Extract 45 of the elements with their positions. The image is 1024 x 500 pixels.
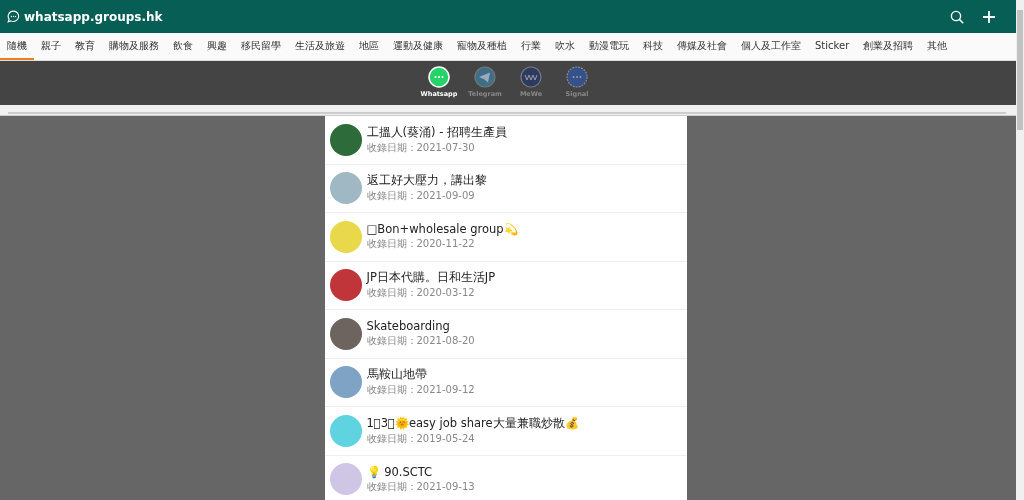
category-tab[interactable]: 飲食 — [166, 33, 200, 60]
added-date: 收錄日期：2021-07-30 — [366, 140, 476, 155]
group-title-link[interactable]: JP日本代購。日和生活JP — [366, 270, 496, 286]
added-date: 收錄日期：2020-11-22 — [366, 237, 476, 252]
group-title-link[interactable]: 💡 90.SCTC — [366, 464, 475, 479]
added-date: 收錄日期：2021-08-20 — [366, 334, 475, 349]
category-tab[interactable]: 個人及工作室 — [734, 33, 808, 60]
category-tab[interactable]: Sticker — [808, 33, 857, 60]
chat-bubble-icon — [428, 66, 450, 88]
category-tab[interactable]: 生活及旅遊 — [288, 33, 352, 60]
horizontal-scrollbar[interactable] — [0, 105, 1016, 116]
category-tab[interactable]: 地區 — [352, 33, 386, 60]
group-title-link[interactable]: Skateboarding — [366, 319, 475, 334]
vertical-scrollbar[interactable] — [1016, 0, 1024, 500]
added-date: 收錄日期：2020-03-12 — [366, 286, 476, 301]
category-tab[interactable]: 動漫電玩 — [582, 33, 636, 60]
paper-plane-icon — [474, 66, 496, 88]
search-icon[interactable] — [950, 9, 964, 24]
group-title-link[interactable]: 工搵人(葵涌) - 招聘生產員 — [366, 124, 507, 140]
added-date: 收錄日期：2021-09-13 — [366, 479, 475, 494]
category-tab[interactable]: 移民留學 — [234, 33, 288, 60]
category-tab[interactable]: 吹水 — [548, 33, 582, 60]
category-tab[interactable]: 創業及招聘 — [856, 33, 921, 60]
category-tab[interactable]: 其他 — [920, 33, 955, 60]
wave-logo-icon — [520, 66, 542, 88]
category-tab[interactable]: 科技 — [636, 33, 670, 60]
plus-icon[interactable] — [982, 9, 996, 24]
group-title-link[interactable]: □Bon+wholesale group💫 — [366, 222, 518, 237]
category-tab[interactable]: 行業 — [514, 33, 548, 60]
category-tab[interactable]: 教育 — [68, 33, 102, 60]
category-tab[interactable]: 興趣 — [200, 33, 234, 60]
category-tab[interactable]: 購物及服務 — [102, 33, 166, 60]
group-title-link[interactable]: 1⃣3⃣🌞easy job share大量兼職炒散💰 — [366, 415, 579, 431]
added-date: 收錄日期：2021-09-09 — [366, 189, 476, 204]
added-date: 收錄日期：2021-09-12 — [366, 383, 475, 398]
group-title-link[interactable]: 馬鞍山地帶 — [366, 367, 475, 383]
site-title[interactable]: whatsapp.groups.hk — [24, 9, 163, 24]
dotted-bubble-icon — [566, 66, 588, 88]
category-tab[interactable]: 親子 — [34, 33, 68, 60]
category-tab[interactable]: 運動及健康 — [386, 33, 450, 60]
chat-bubble-icon — [7, 10, 20, 23]
category-tab[interactable]: 傳媒及社會 — [670, 33, 734, 60]
category-tab[interactable]: 寵物及種植 — [450, 33, 514, 60]
group-title-link[interactable]: 返工好大壓力，講出黎 — [366, 173, 487, 189]
added-date: 收錄日期：2019-05-24 — [366, 431, 476, 446]
